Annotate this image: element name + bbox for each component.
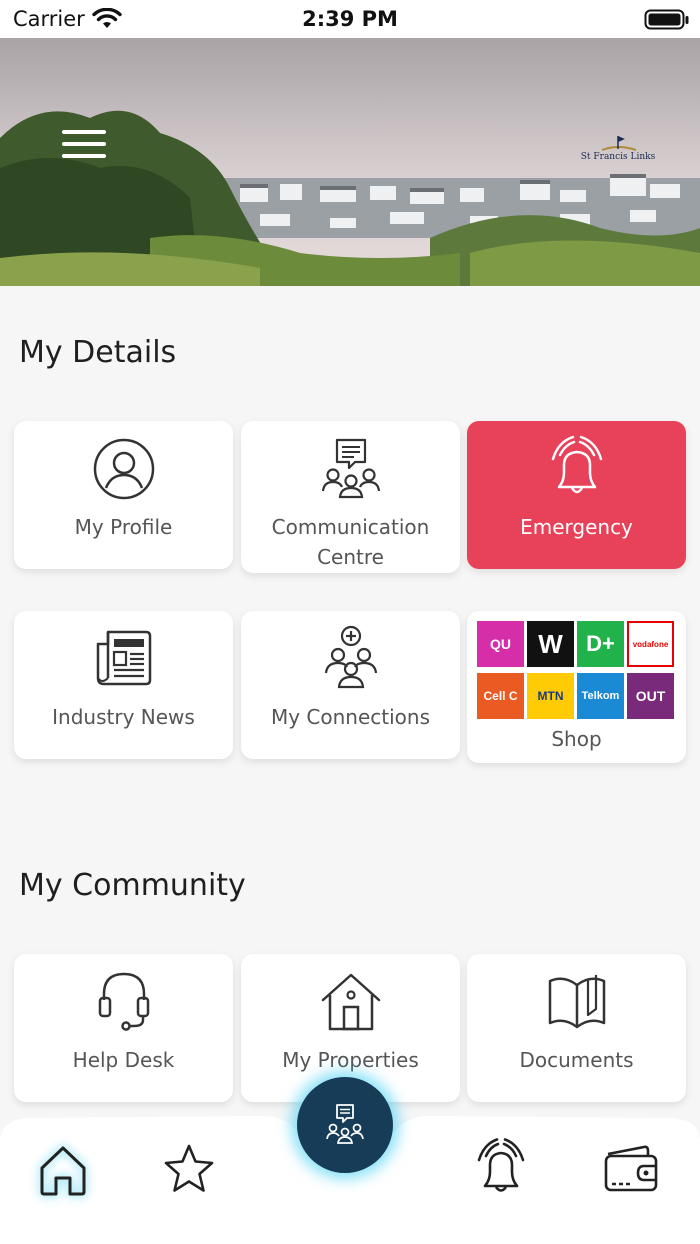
brand-logo: D+ <box>577 621 624 667</box>
house-icon <box>321 973 380 1031</box>
community-fab-button[interactable] <box>297 1077 393 1173</box>
brand-logo: QU <box>477 621 524 667</box>
menu-button[interactable] <box>62 130 108 160</box>
section-title-my-community: My Community <box>19 868 246 903</box>
brand-logo: Cell C <box>477 673 524 719</box>
nav-favourites-button[interactable] <box>162 1142 216 1196</box>
nav-emergency-button[interactable] <box>474 1138 528 1196</box>
tile-label: Communication Centre <box>271 515 430 569</box>
tile-label: Shop <box>551 727 602 751</box>
status-bar: Carrier 2:39 PM <box>0 0 700 38</box>
tile-label: Help Desk <box>72 1048 175 1072</box>
brand-logo: OUT <box>627 673 674 719</box>
add-group-icon <box>324 625 377 689</box>
tile-label: My Profile <box>74 515 173 539</box>
headset-icon <box>98 972 149 1031</box>
brand-logo: Telkom <box>577 673 624 719</box>
star-icon <box>164 1144 214 1192</box>
newspaper-icon <box>96 630 151 686</box>
tile-documents[interactable]: Documents <box>467 954 686 1102</box>
hero-banner: St Francis Links <box>0 38 700 286</box>
nav-wallet-button[interactable] <box>602 1144 660 1194</box>
tile-my-profile[interactable]: My Profile <box>14 421 233 569</box>
shop-brands-grid: QU W D+ vodafone Cell C MTN Telkom OUT <box>477 621 676 719</box>
tile-shop[interactable]: QU W D+ vodafone Cell C MTN Telkom OUT S… <box>467 611 686 763</box>
tile-label: Emergency <box>520 515 633 539</box>
brand-logo: MTN <box>527 673 574 719</box>
user-circle-icon <box>93 438 154 500</box>
alarm-bell-icon <box>477 1138 525 1192</box>
tile-label: Documents <box>519 1048 634 1072</box>
clock-time: 2:39 PM <box>302 7 398 31</box>
alarm-bell-icon <box>551 435 602 494</box>
brand-logo: vodafone <box>627 621 674 667</box>
battery-icon <box>644 9 689 30</box>
tile-emergency[interactable]: Emergency <box>467 421 686 569</box>
tile-industry-news[interactable]: Industry News <box>14 611 233 759</box>
flag-logo-icon <box>601 136 637 151</box>
section-title-my-details: My Details <box>19 335 177 370</box>
logo-text: St Francis Links <box>580 152 656 162</box>
tile-help-desk[interactable]: Help Desk <box>14 954 233 1102</box>
tile-communication-centre[interactable]: Communication Centre <box>241 421 460 573</box>
tile-label: My Connections <box>270 705 431 729</box>
tile-my-connections[interactable]: My Connections <box>241 611 460 759</box>
brand-logo: W <box>527 621 574 667</box>
st-francis-logo: St Francis Links <box>578 134 658 166</box>
community-fab-icon <box>326 1104 364 1144</box>
wallet-icon <box>604 1145 658 1192</box>
tile-label: Industry News <box>52 705 195 729</box>
group-chat-icon <box>321 438 380 499</box>
nav-home-button[interactable] <box>34 1142 92 1198</box>
open-book-icon <box>548 975 605 1029</box>
home-icon <box>40 1146 86 1196</box>
tile-label: My Properties <box>282 1048 419 1072</box>
